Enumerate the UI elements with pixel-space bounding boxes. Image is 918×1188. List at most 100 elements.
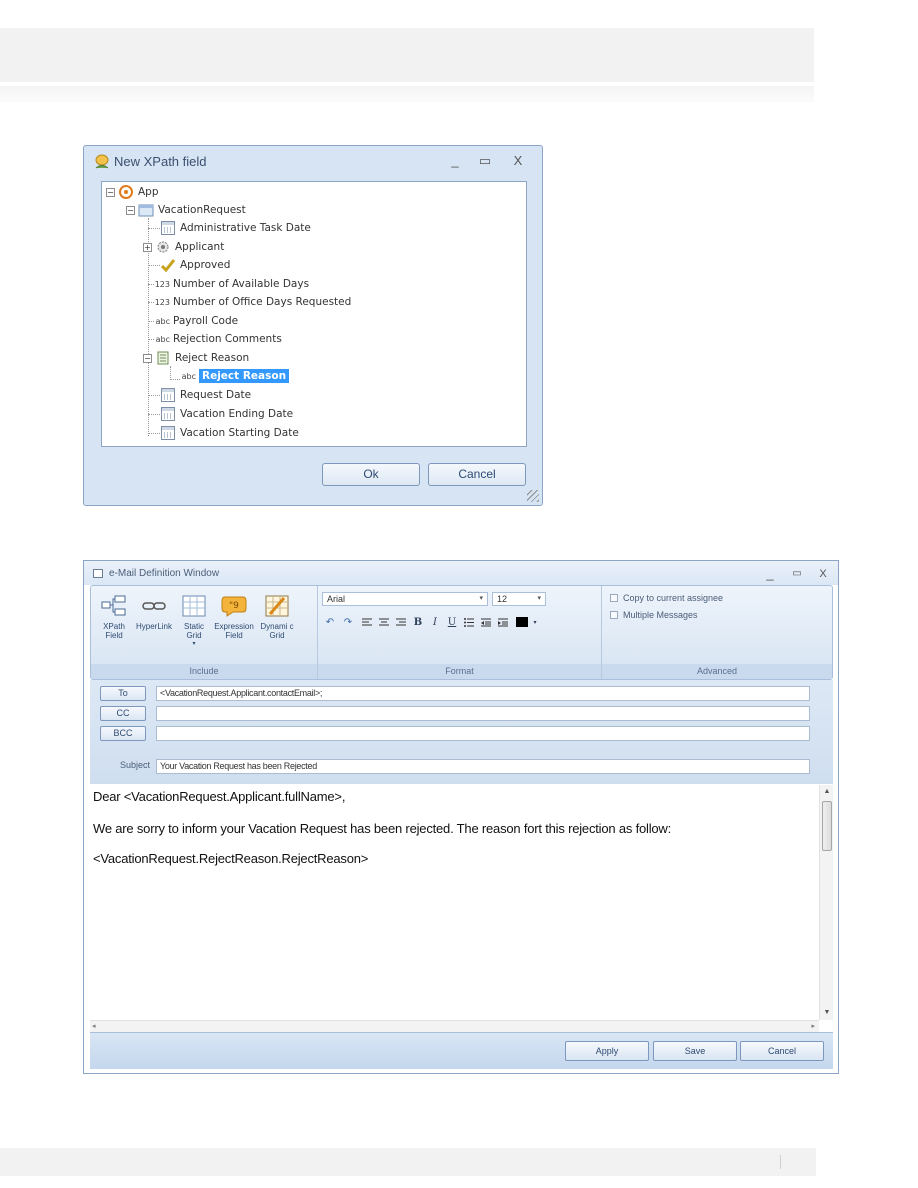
font-size-select[interactable]: 12 ▾ <box>492 592 546 606</box>
redo-icon[interactable]: ↷ <box>342 615 354 629</box>
tree-node-vacation-ending-date[interactable]: Vacation Ending Date <box>160 406 293 422</box>
chevron-down-icon: ▾ <box>479 595 483 602</box>
align-center-icon[interactable] <box>378 615 390 629</box>
tree-node-applicant[interactable]: + Applicant <box>143 239 224 255</box>
font-color-swatch[interactable] <box>515 615 529 629</box>
copy-to-assignee-checkbox[interactable]: Copy to current assignee <box>610 593 723 603</box>
tree-node-reject-reason[interactable]: − Reject Reason <box>143 350 249 366</box>
tree-guide-line <box>148 265 160 266</box>
cc-button[interactable]: CC <box>100 706 146 721</box>
dialog-title: New XPath field <box>114 154 207 169</box>
checkbox-box[interactable] <box>610 594 618 602</box>
xpath-tree[interactable]: − App − VacationRequest Administrative T… <box>101 181 527 447</box>
list-entity-icon <box>157 351 169 365</box>
bullet-list-icon[interactable] <box>463 615 475 629</box>
ok-button[interactable]: Ok <box>322 463 420 486</box>
scrollbar-thumb[interactable] <box>822 801 832 851</box>
horizontal-scrollbar[interactable]: ◂ ▸ <box>90 1020 819 1032</box>
email-body-editor[interactable]: Dear <VacationRequest.Applicant.fullName… <box>90 785 833 1032</box>
body-line: <VacationRequest.RejectReason.RejectReas… <box>93 851 369 866</box>
include-group: XPath Field HyperLink Static Grid ▾ "9 E… <box>91 586 318 679</box>
underline-button[interactable]: U <box>446 615 458 629</box>
scroll-down-icon[interactable]: ▼ <box>820 1006 834 1020</box>
dynamic-grid-icon <box>265 595 289 617</box>
expand-icon[interactable]: + <box>143 242 152 252</box>
tree-node-payroll-code[interactable]: abc Payroll Code <box>152 313 238 329</box>
hyperlink-button[interactable]: HyperLink <box>133 594 175 631</box>
new-xpath-field-dialog: New XPath field _ ▭ X − App − VacationRe… <box>83 145 543 506</box>
email-definition-window: e-Mail Definition Window _ ▭ X XPath Fie… <box>83 560 839 1074</box>
bcc-button[interactable]: BCC <box>100 726 146 741</box>
tree-node-rejection-comments[interactable]: abc Rejection Comments <box>152 331 282 347</box>
app-icon <box>119 185 133 199</box>
italic-button[interactable]: I <box>429 615 441 629</box>
hyperlink-label: HyperLink <box>135 622 172 631</box>
email-titlebar[interactable]: e-Mail Definition Window _ ▭ X <box>84 561 838 585</box>
body-line: Dear <VacationRequest.Applicant.fullName… <box>93 789 346 804</box>
checkbox-box[interactable] <box>610 611 618 619</box>
tree-node-app[interactable]: − App <box>106 184 159 200</box>
tree-guide-line <box>148 395 160 396</box>
dialog-titlebar[interactable]: New XPath field _ ▭ X <box>84 146 542 178</box>
maximize-button[interactable]: ▭ <box>474 152 496 170</box>
xpath-field-icon <box>101 595 126 616</box>
chevron-down-icon[interactable]: ▾ <box>177 640 211 649</box>
format-group-label: Format <box>318 664 601 679</box>
number-type-icon: 123 <box>154 297 170 307</box>
dynamic-grid-button[interactable]: Dynami c Grid <box>257 594 297 640</box>
align-left-icon[interactable] <box>361 615 373 629</box>
text-type-icon: abc <box>155 334 170 344</box>
to-input[interactable]: <VacationRequest.Applicant.contactEmail>… <box>156 686 810 701</box>
subject-input[interactable]: Your Vacation Request has been Rejected <box>156 759 810 774</box>
chevron-down-icon[interactable]: ▾ <box>531 615 539 629</box>
static-grid-button[interactable]: Static Grid ▾ <box>177 594 211 649</box>
font-family-select[interactable]: Arial ▾ <box>322 592 488 606</box>
tree-guide-line <box>148 228 160 229</box>
tree-node-label: App <box>138 186 159 198</box>
bold-button[interactable]: B <box>412 615 424 629</box>
multiple-messages-checkbox[interactable]: Multiple Messages <box>610 610 698 620</box>
indent-decrease-icon[interactable] <box>480 615 492 629</box>
resize-grip-icon[interactable] <box>527 490 539 502</box>
svg-text:"9: "9 <box>229 601 239 611</box>
minimize-button[interactable]: _ <box>444 152 466 170</box>
collapse-icon[interactable]: − <box>106 187 115 197</box>
cancel-button[interactable]: Cancel <box>428 463 526 486</box>
font-size-value: 12 <box>497 594 508 604</box>
tree-node-label: Administrative Task Date <box>180 222 311 234</box>
apply-button[interactable]: Apply <box>565 1041 649 1061</box>
scroll-up-icon[interactable]: ▲ <box>820 785 834 799</box>
tree-node-reject-reason-text[interactable]: abc Reject Reason <box>178 368 290 384</box>
minimize-button[interactable]: _ <box>759 565 781 583</box>
cancel-button[interactable]: Cancel <box>740 1041 824 1061</box>
collapse-icon[interactable]: − <box>143 353 152 363</box>
tree-node-vacation-starting-date[interactable]: Vacation Starting Date <box>160 425 299 441</box>
close-button[interactable]: X <box>812 565 834 583</box>
close-button[interactable]: X <box>507 152 529 170</box>
save-button[interactable]: Save <box>653 1041 737 1061</box>
tree-node-vacationrequest[interactable]: − VacationRequest <box>126 202 246 218</box>
static-grid-icon <box>182 595 206 617</box>
expression-field-button[interactable]: "9 Expression Field <box>211 594 257 640</box>
tree-node-number-of-office-days-requested[interactable]: 123 Number of Office Days Requested <box>152 294 352 310</box>
text-type-icon: abc <box>181 371 196 381</box>
to-button[interactable]: To <box>100 686 146 701</box>
undo-icon[interactable]: ↶ <box>324 615 336 629</box>
subject-label: Subject <box>120 760 151 770</box>
tree-node-approved[interactable]: Approved <box>160 257 230 273</box>
tree-node-number-of-available-days[interactable]: 123 Number of Available Days <box>152 276 309 292</box>
xpath-field-button[interactable]: XPath Field <box>95 594 133 640</box>
checkbox-label: Multiple Messages <box>623 610 698 620</box>
tree-node-administrative-task-date[interactable]: Administrative Task Date <box>160 220 311 236</box>
collapse-icon[interactable]: − <box>126 205 135 215</box>
tree-node-request-date[interactable]: Request Date <box>160 387 251 403</box>
cc-input[interactable] <box>156 706 810 721</box>
include-group-label: Include <box>91 664 317 679</box>
vertical-scrollbar[interactable]: ▲ ▼ <box>819 785 833 1020</box>
align-right-icon[interactable] <box>395 615 407 629</box>
page-footer-band <box>0 1148 816 1176</box>
text-type-icon: abc <box>155 316 170 326</box>
bcc-input[interactable] <box>156 726 810 741</box>
maximize-button[interactable]: ▭ <box>786 565 808 583</box>
indent-increase-icon[interactable] <box>497 615 509 629</box>
